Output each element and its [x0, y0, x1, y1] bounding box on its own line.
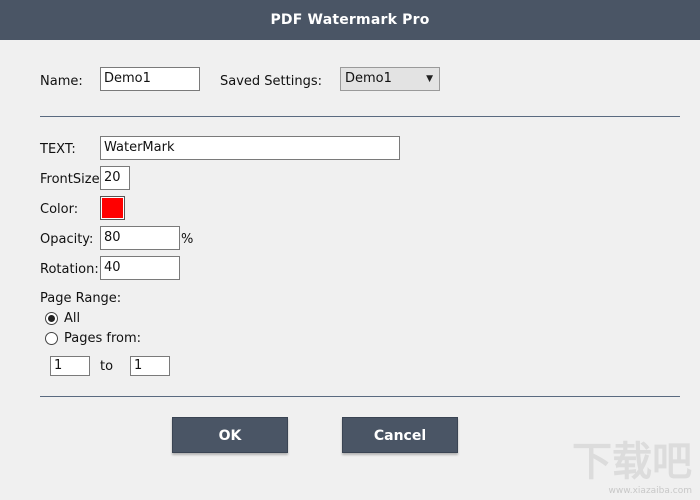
site-watermark-text: 下载吧: [572, 439, 692, 485]
opacity-label: Opacity:: [40, 232, 94, 247]
divider-bottom: [40, 396, 680, 397]
name-input[interactable]: Demo1: [100, 67, 200, 91]
saved-settings-label: Saved Settings:: [220, 74, 322, 89]
ok-button[interactable]: OK: [172, 417, 288, 453]
radio-all-label[interactable]: All: [64, 311, 80, 327]
radio-pages-from[interactable]: [45, 332, 58, 345]
text-input[interactable]: WaterMark: [100, 136, 400, 160]
window-title: PDF Watermark Pro: [0, 0, 700, 40]
rotation-input[interactable]: 40: [100, 256, 180, 280]
radio-selected-dot: [48, 315, 55, 322]
name-label: Name:: [40, 74, 83, 89]
cancel-button[interactable]: Cancel: [342, 417, 458, 453]
divider-top: [40, 116, 680, 117]
text-label: TEXT:: [40, 142, 76, 157]
saved-settings-value: Demo1: [345, 71, 392, 86]
rotation-label: Rotation:: [40, 262, 99, 277]
page-range-label: Page Range:: [40, 291, 122, 306]
color-label: Color:: [40, 202, 79, 217]
dropdown-arrow-icon: ▼: [426, 74, 433, 84]
fontsize-label: FrontSize: [40, 172, 100, 187]
page-to-input[interactable]: 1: [130, 356, 170, 376]
saved-settings-dropdown[interactable]: Demo1 ▼: [340, 67, 440, 91]
page-from-input[interactable]: 1: [50, 356, 90, 376]
opacity-input[interactable]: 80: [100, 226, 180, 250]
color-swatch[interactable]: [100, 196, 125, 220]
opacity-unit: %: [181, 232, 194, 247]
site-watermark-logo: 下载吧 www.xiazaiba.com: [562, 440, 692, 496]
radio-all[interactable]: [45, 312, 58, 325]
to-label: to: [100, 359, 114, 374]
radio-pages-from-label[interactable]: Pages from:: [64, 331, 141, 347]
site-watermark-url: www.xiazaiba.com: [608, 486, 692, 496]
fontsize-input[interactable]: 20: [100, 166, 130, 190]
